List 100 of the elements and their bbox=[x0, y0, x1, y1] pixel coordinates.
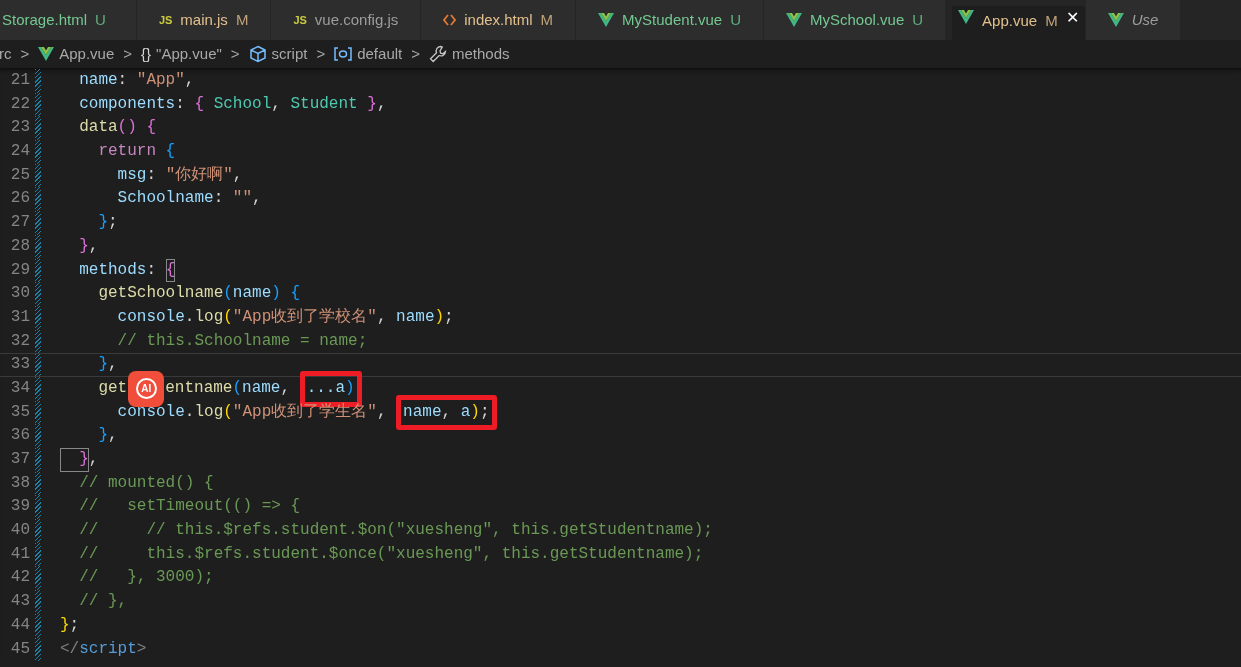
breadcrumb-item[interactable]: "App.vue" bbox=[156, 42, 222, 66]
code-token: , bbox=[232, 164, 243, 186]
code-token: name bbox=[403, 402, 442, 421]
line-number: 24 bbox=[9, 141, 30, 163]
line-number: 38 bbox=[9, 472, 30, 494]
breadcrumb-item[interactable]: rc bbox=[0, 42, 12, 66]
code-token: entname bbox=[165, 377, 233, 399]
line-number: 36 bbox=[9, 425, 30, 447]
code-token: , bbox=[252, 188, 262, 210]
tab-status: M bbox=[1045, 11, 1058, 31]
code-comment: // mounted() { bbox=[78, 472, 214, 494]
tab-label: App.vue bbox=[982, 11, 1038, 31]
code-token: ; bbox=[479, 402, 490, 421]
breadcrumb-item[interactable]: App.vue bbox=[59, 42, 115, 66]
close-icon[interactable]: ✕ bbox=[1065, 10, 1079, 26]
vue-logo-icon bbox=[598, 13, 615, 27]
code-token: } bbox=[78, 235, 89, 257]
code-token: : bbox=[175, 93, 186, 115]
line-number: 22 bbox=[9, 93, 30, 115]
tab-label: Use bbox=[1131, 9, 1159, 30]
breadcrumb-separator: > bbox=[410, 43, 421, 64]
line-number: 37 bbox=[9, 449, 30, 470]
ai-badge[interactable]: AI bbox=[128, 370, 165, 407]
code-comment: // this.$refs.student.$once("xuesheng", this.getStudentname); bbox=[78, 543, 704, 565]
tab-status: M bbox=[540, 9, 554, 30]
code-token: script bbox=[79, 638, 137, 660]
code-token: ; bbox=[444, 306, 454, 328]
code-token: a bbox=[460, 402, 471, 421]
line-number: 23 bbox=[9, 117, 30, 139]
code-comment: // }, 3000); bbox=[78, 567, 214, 589]
code-token: } bbox=[60, 614, 70, 636]
code-comment: // // this.$refs.student.$on("xuesheng", this.getStudentname); bbox=[78, 520, 713, 542]
code-token: . bbox=[184, 306, 195, 328]
code-token: return bbox=[97, 141, 156, 163]
editor-tab[interactable]: MySchool.vue U bbox=[764, 0, 947, 40]
line-number: 32 bbox=[9, 330, 30, 352]
code-token: ( bbox=[223, 401, 233, 423]
code-token: "你好啊" bbox=[165, 164, 233, 186]
vue-logo-icon bbox=[786, 13, 802, 27]
line-number: 39 bbox=[9, 496, 30, 518]
code-token: () bbox=[117, 117, 137, 139]
line-number: 44 bbox=[9, 614, 30, 636]
code-token: , bbox=[88, 449, 99, 470]
editor-tab[interactable]: Use bbox=[1085, 0, 1182, 40]
line-number: 35 bbox=[9, 401, 30, 423]
breadcrumb-separator: > bbox=[19, 43, 31, 64]
breadcrumb-item[interactable]: methods bbox=[452, 42, 510, 66]
code-token: methods bbox=[78, 259, 147, 281]
vue-logo-icon bbox=[1107, 13, 1124, 27]
code-token: , bbox=[376, 306, 388, 328]
editor-tab[interactable]: JS main.js M bbox=[136, 0, 272, 40]
code-token: "App" bbox=[136, 70, 185, 91]
code-token: ...a bbox=[306, 378, 346, 397]
line-number: 26 bbox=[9, 188, 30, 210]
editor-tab[interactable]: JS vue.config.js bbox=[271, 0, 422, 40]
code-token: log bbox=[194, 401, 224, 423]
editor-tab[interactable]: index.html M bbox=[421, 0, 577, 40]
code-comment: // this.Schoolname = name; bbox=[116, 330, 368, 352]
code-token: </ bbox=[60, 638, 80, 660]
code-token: : bbox=[146, 164, 158, 186]
code-token: name bbox=[232, 283, 272, 305]
code-token: } bbox=[60, 448, 89, 472]
code-token: , bbox=[108, 354, 118, 376]
code-token: School bbox=[212, 93, 272, 115]
line-number: 42 bbox=[9, 567, 30, 589]
code-token: , bbox=[184, 70, 195, 91]
line-number: 25 bbox=[9, 164, 30, 186]
code-comment: // }, bbox=[78, 591, 128, 613]
tab-status: U bbox=[95, 9, 106, 30]
code-token: , bbox=[88, 235, 99, 257]
tab-status: U bbox=[912, 9, 924, 30]
code-comment: // setTimeout(() => { bbox=[78, 496, 301, 518]
line-number: 30 bbox=[9, 283, 30, 305]
tab-status: M bbox=[235, 9, 249, 30]
breadcrumb-item[interactable]: default bbox=[357, 42, 403, 66]
code-token: { bbox=[289, 283, 301, 305]
tab-label: main.js bbox=[180, 9, 228, 30]
line-number: 45 bbox=[9, 638, 30, 660]
vue-logo-icon bbox=[958, 10, 975, 24]
code-token: "App收到了学校名" bbox=[232, 306, 377, 328]
code-token: { bbox=[194, 93, 205, 115]
line-number: 41 bbox=[9, 543, 30, 565]
code-token: { bbox=[164, 141, 176, 163]
breadcrumb-item[interactable]: script bbox=[271, 42, 308, 66]
line-number: 34 bbox=[9, 377, 30, 399]
code-token: ( bbox=[232, 377, 243, 399]
code-token: : bbox=[146, 259, 158, 281]
code-token: "App收到了学生名" bbox=[232, 401, 377, 423]
tab-label: MySchool.vue bbox=[810, 9, 905, 30]
vue-logo-icon bbox=[38, 47, 55, 61]
code-token: console bbox=[116, 306, 185, 328]
editor-tab[interactable]: Storage.html U bbox=[0, 0, 137, 40]
code-token: components bbox=[78, 93, 176, 115]
code-token: getSchoolname bbox=[97, 283, 224, 305]
editor-tab[interactable]: MyStudent.vue U bbox=[576, 0, 764, 40]
wrench-icon bbox=[429, 45, 447, 63]
code-token: ) bbox=[470, 402, 480, 421]
code-token: get bbox=[97, 377, 128, 399]
code-token: : bbox=[117, 70, 129, 91]
line-number: 28 bbox=[9, 235, 30, 257]
